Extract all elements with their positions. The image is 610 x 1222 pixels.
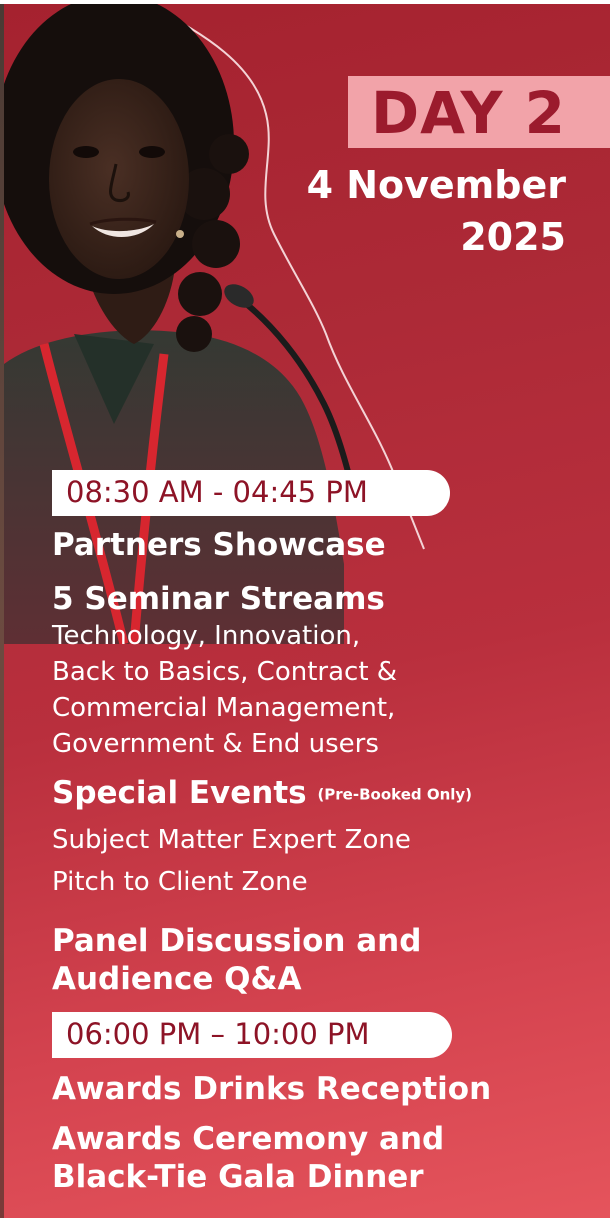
date-line-1: 4 November — [306, 163, 566, 207]
day-label: DAY 2 — [370, 79, 566, 147]
special-item-1: Subject Matter Expert Zone — [52, 825, 411, 855]
gala-line-1: Awards Ceremony and — [52, 1121, 445, 1157]
seminar-line-2: Back to Basics, Contract & — [52, 657, 398, 687]
seminar-line-3: Commercial Management, — [52, 693, 396, 723]
special-events-heading: Special Events (Pre-Booked Only) — [52, 774, 472, 814]
date-line-2: 2025 — [460, 215, 566, 259]
panel-line-1: Panel Discussion and — [52, 923, 422, 959]
session-1-time-pill: 08:30 AM - 04:45 PM — [52, 470, 450, 516]
seminar-streams-heading: 5 Seminar Streams — [52, 581, 385, 617]
seminar-line-4: Government & End users — [52, 729, 379, 759]
session-2-time-pill: 06:00 PM – 10:00 PM — [52, 1012, 452, 1058]
special-item-2: Pitch to Client Zone — [52, 867, 308, 897]
awards-drinks-heading: Awards Drinks Reception — [52, 1071, 492, 1107]
special-events-title: Special Events — [52, 775, 307, 811]
partners-showcase-heading: Partners Showcase — [52, 527, 386, 563]
seminar-line-1: Technology, Innovation, — [52, 621, 361, 651]
pre-booked-note: (Pre-Booked Only) — [317, 785, 473, 804]
panel-line-2: Audience Q&A — [52, 961, 302, 997]
gala-line-2: Black-Tie Gala Dinner — [52, 1159, 424, 1195]
day-2-schedule-poster: DAY 2 4 November 2025 08:30 AM - 04:45 P… — [4, 4, 610, 1218]
